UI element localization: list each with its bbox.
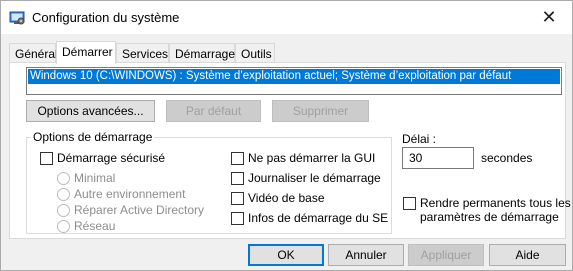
tab-boot[interactable]: Démarrer	[56, 41, 116, 64]
os-boot-info-checkbox[interactable]	[231, 212, 244, 225]
base-video-option[interactable]: Vidéo de base	[231, 191, 381, 207]
safe-boot-checkbox[interactable]	[40, 152, 53, 165]
close-button[interactable]: ✕	[526, 1, 572, 34]
make-permanent-checkbox[interactable]	[403, 197, 416, 210]
system-configuration-window: Configuration du système ✕ Général Démar…	[0, 0, 573, 271]
boot-os-list[interactable]: Windows 10 (C:\WINDOWS) : Système d’expl…	[26, 67, 562, 95]
safe-mode-alternate-shell-radio[interactable]	[57, 188, 70, 201]
safe-mode-network-option[interactable]: Réseau	[57, 219, 237, 235]
close-icon: ✕	[541, 7, 557, 27]
help-button[interactable]: Aide	[489, 244, 566, 266]
safe-mode-minimal-option[interactable]: Minimal	[57, 171, 237, 187]
safe-mode-ad-repair-radio[interactable]	[57, 204, 70, 217]
tab-tools[interactable]: Outils	[235, 43, 275, 63]
cancel-button[interactable]: Annuler	[328, 244, 404, 266]
timeout-label: Délai :	[402, 132, 437, 146]
make-permanent-label: Rendre permanents tous les paramètres de…	[420, 196, 571, 224]
no-gui-boot-option[interactable]: Ne pas démarrer la GUI	[231, 151, 381, 167]
safe-mode-minimal-radio[interactable]	[57, 172, 70, 185]
boot-os-entry[interactable]: Windows 10 (C:\WINDOWS) : Système d’expl…	[28, 69, 560, 84]
apply-button[interactable]: Appliquer	[408, 244, 484, 266]
tab-startup[interactable]: Démarrage	[169, 43, 235, 63]
boot-log-option[interactable]: Journaliser le démarrage	[231, 171, 381, 187]
timeout-input[interactable]: 30	[402, 147, 474, 169]
os-boot-info-option[interactable]: Infos de démarrage du SE	[231, 211, 388, 227]
tab-general[interactable]: Général	[9, 43, 58, 63]
title-bar: Configuration du système ✕	[1, 1, 572, 34]
safe-mode-network-radio[interactable]	[57, 220, 70, 233]
safe-mode-ad-repair-option[interactable]: Réparer Active Directory	[57, 203, 237, 219]
no-gui-boot-checkbox[interactable]	[231, 152, 244, 165]
safe-mode-alternate-shell-option[interactable]: Autre environnement	[57, 187, 237, 203]
base-video-checkbox[interactable]	[231, 192, 244, 205]
advanced-options-button[interactable]: Options avancées...	[26, 100, 155, 122]
delete-button[interactable]: Supprimer	[272, 100, 369, 122]
ok-button[interactable]: OK	[248, 244, 324, 266]
timeout-unit: secondes	[481, 151, 533, 165]
boot-options-label: Options de démarrage	[31, 130, 155, 144]
safe-boot-checkbox-row[interactable]: Démarrage sécurisé	[40, 151, 240, 167]
system-config-icon	[9, 11, 25, 25]
tab-services[interactable]: Services	[116, 43, 169, 63]
set-default-button[interactable]: Par défaut	[166, 100, 261, 122]
window-title: Configuration du système	[32, 10, 180, 25]
boot-tab-panel: Windows 10 (C:\WINDOWS) : Système d’expl…	[9, 62, 571, 239]
make-permanent-option[interactable]: Rendre permanents tous les paramètres de…	[403, 196, 571, 228]
boot-log-checkbox[interactable]	[231, 172, 244, 185]
